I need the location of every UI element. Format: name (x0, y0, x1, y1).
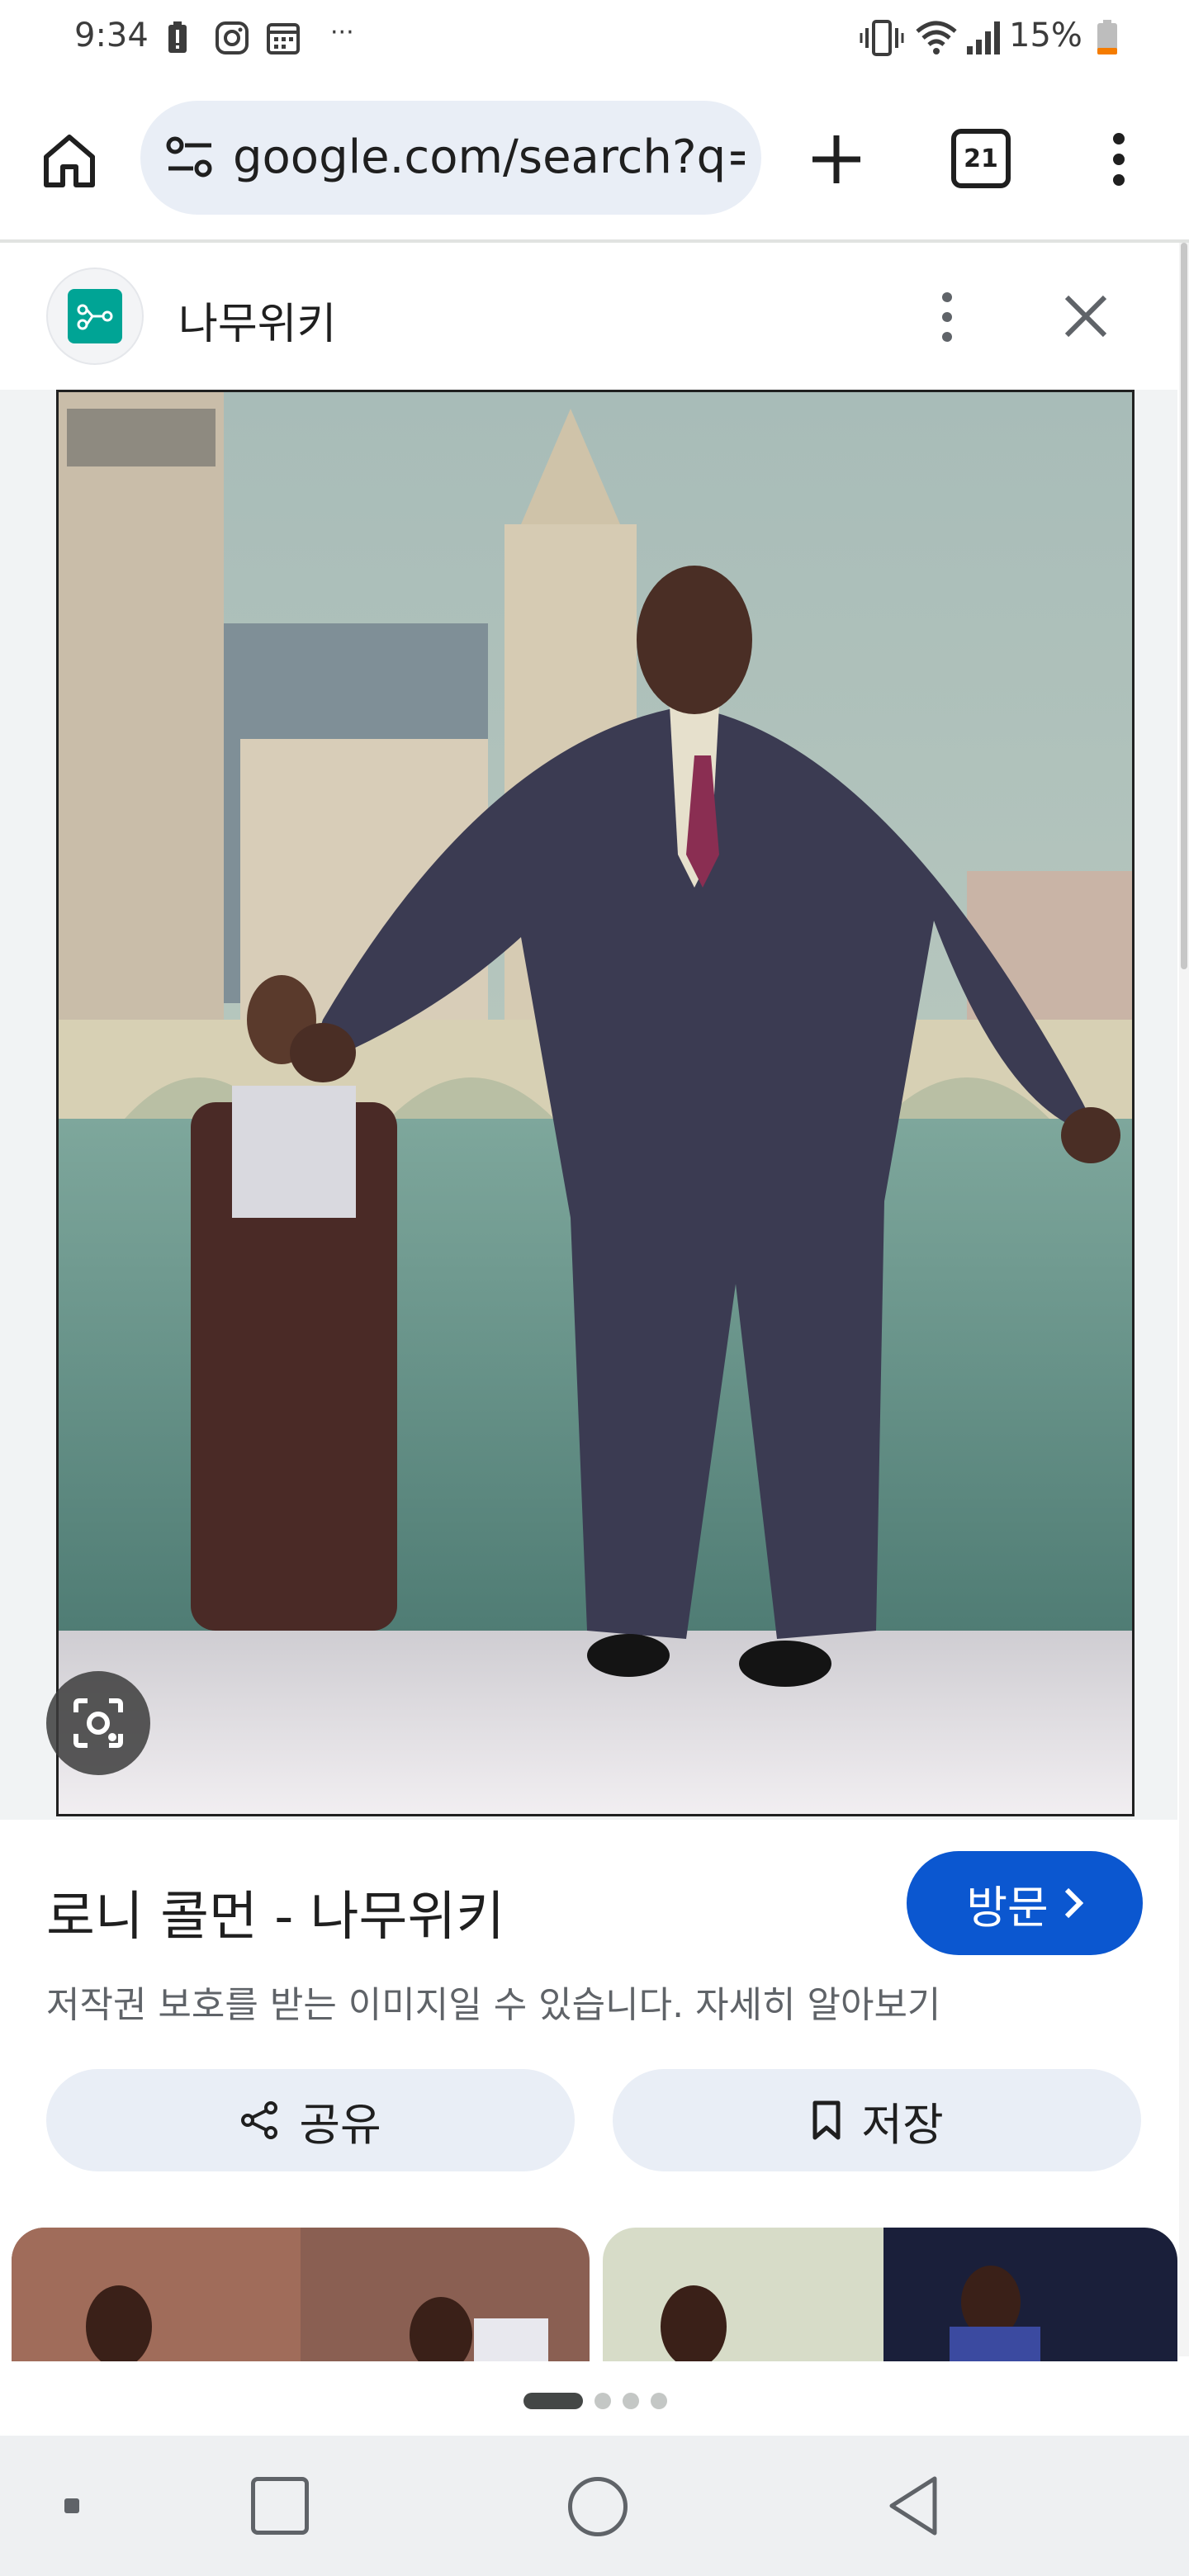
result-image[interactable] (56, 390, 1135, 1816)
visit-button[interactable]: 방문 (907, 1851, 1143, 1955)
wifi-icon (913, 20, 959, 56)
result-title[interactable]: 로니 콜먼 - 나무위키 (46, 1874, 504, 1950)
back-icon[interactable] (887, 2475, 940, 2536)
screen: 9:34 ··· 15% google.com/search?q= 21 나무위… (0, 0, 1189, 2576)
scrollbar-thumb[interactable] (1181, 243, 1187, 969)
battery-percent: 15% (1009, 17, 1082, 54)
site-settings-icon[interactable] (165, 134, 215, 182)
save-button[interactable]: 저장 (613, 2069, 1141, 2171)
source-more-icon[interactable] (938, 291, 956, 343)
share-label: 공유 (299, 2098, 381, 2151)
close-icon[interactable] (1063, 294, 1108, 339)
visit-label: 방문 (966, 1881, 1049, 1934)
battery-alert-icon (165, 20, 190, 56)
battery-icon (1095, 20, 1120, 56)
save-label: 저장 (861, 2098, 944, 2151)
status-time: 9:34 (74, 17, 149, 54)
carousel-dot-active[interactable] (523, 2393, 583, 2409)
calendar-icon (264, 20, 302, 56)
carousel-dot[interactable] (651, 2393, 667, 2409)
more-vert-icon[interactable] (1106, 130, 1131, 188)
recent-apps-dot-icon[interactable] (64, 2498, 79, 2513)
related-image-2[interactable] (603, 2228, 1177, 2361)
browser-toolbar: google.com/search?q= 21 (0, 79, 1189, 241)
notification-more: ··· (330, 18, 354, 47)
overview-icon[interactable] (251, 2477, 309, 2535)
carousel-dot[interactable] (594, 2393, 611, 2409)
url-text[interactable]: google.com/search?q= (233, 130, 745, 184)
share-icon (241, 2101, 278, 2139)
chevron-right-icon (1064, 1887, 1083, 1919)
home-icon[interactable] (38, 129, 101, 192)
new-tab-icon[interactable] (808, 130, 865, 188)
source-name[interactable]: 나무위키 (178, 289, 336, 351)
vibrate-icon (859, 20, 905, 56)
google-lens-button[interactable] (46, 1671, 150, 1775)
image-viewer (0, 390, 1177, 1820)
instagram-icon (213, 20, 251, 56)
omnibox[interactable]: google.com/search?q= (140, 101, 761, 215)
home-circle-icon[interactable] (568, 2477, 628, 2536)
carousel-indicator (523, 2391, 667, 2411)
tab-switcher-icon[interactable]: 21 (951, 129, 1011, 188)
bookmark-icon (812, 2100, 841, 2140)
copyright-notice[interactable]: 저작권 보호를 받는 이미지일 수 있습니다. 자세히 알아보기 (46, 1975, 940, 2028)
source-logo[interactable] (46, 268, 144, 365)
signal-icon (964, 20, 1004, 56)
system-nav-bar (0, 2436, 1189, 2576)
status-bar: 9:34 ··· 15% (0, 0, 1189, 79)
namuwiki-logo-icon (68, 289, 122, 343)
lens-icon (73, 1698, 123, 1748)
tab-count: 21 (964, 144, 998, 173)
related-image-1[interactable] (12, 2228, 590, 2361)
share-button[interactable]: 공유 (46, 2069, 575, 2171)
source-header: 나무위키 (0, 243, 1177, 390)
carousel-dot[interactable] (623, 2393, 639, 2409)
